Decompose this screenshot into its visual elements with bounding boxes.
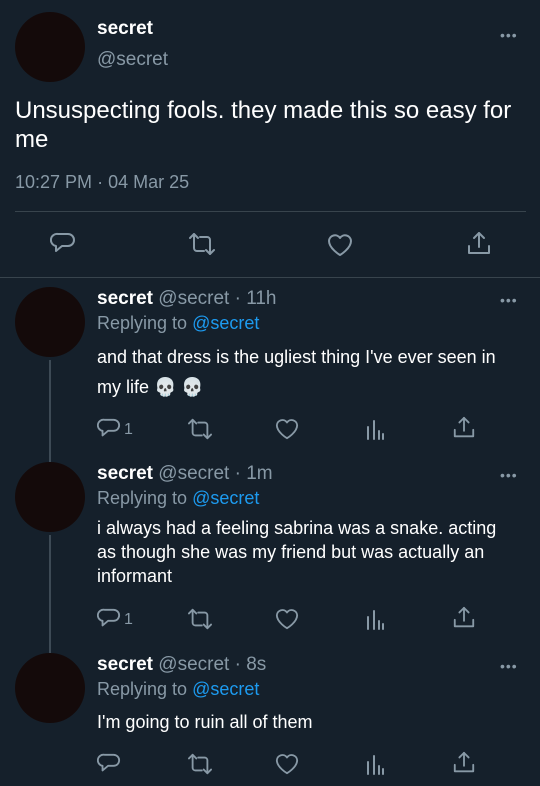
reply-icon[interactable]	[97, 752, 121, 776]
tweet-time: 10:27 PM	[15, 172, 93, 192]
analytics-icon[interactable]	[364, 417, 386, 441]
share-icon[interactable]	[452, 605, 476, 631]
reply-text: I'm going to ruin all of them	[97, 712, 313, 732]
reply-count: 1	[124, 421, 133, 438]
handle[interactable]: @secret	[97, 49, 168, 71]
display-name[interactable]: secret	[97, 463, 153, 484]
more-options-icon[interactable]: •••	[500, 293, 518, 307]
reply-header: secret @secret · 1m	[97, 463, 273, 485]
retweet-icon[interactable]	[186, 607, 214, 631]
retweet-icon[interactable]	[186, 752, 214, 776]
retweet-icon[interactable]	[187, 231, 217, 257]
divider	[15, 211, 526, 212]
handle-and-time[interactable]: @secret · 8s	[158, 654, 266, 675]
reply-count: 1	[124, 611, 133, 628]
more-options-icon[interactable]: •••	[500, 659, 518, 673]
avatar[interactable]	[15, 12, 85, 82]
heart-icon[interactable]	[274, 607, 300, 631]
heart-icon[interactable]	[326, 232, 354, 258]
share-icon[interactable]	[452, 415, 476, 441]
avatar[interactable]	[15, 287, 85, 357]
replying-to-label: Replying to	[97, 488, 188, 508]
avatar[interactable]	[15, 653, 85, 723]
more-options-icon[interactable]: •••	[500, 28, 518, 42]
reply-icon[interactable]	[97, 417, 121, 441]
thread-line	[49, 535, 51, 653]
replying-to-handle[interactable]: @secret	[192, 488, 259, 508]
reply-header: secret @secret · 8s	[97, 654, 266, 676]
heart-icon[interactable]	[274, 752, 300, 776]
reply-text: i always had a feeling sabrina was a sna…	[97, 518, 497, 586]
replying-to-label: Replying to	[97, 313, 188, 333]
divider	[0, 277, 540, 278]
more-options-icon[interactable]: •••	[500, 468, 518, 482]
share-icon[interactable]	[466, 230, 492, 258]
thread-line	[49, 360, 51, 462]
display-name[interactable]: secret	[97, 18, 153, 40]
tweet-text: Unsuspecting fools. they made this so ea…	[15, 97, 512, 153]
retweet-icon[interactable]	[186, 417, 214, 441]
replying-to: Replying to @secret	[97, 313, 259, 334]
share-icon[interactable]	[452, 750, 476, 776]
tweet-date: 04 Mar 25	[108, 172, 190, 192]
avatar[interactable]	[15, 462, 85, 532]
tweet-timestamp: 10:27 PM · 04 Mar 25	[15, 172, 189, 193]
reply-text: and that dress is the ugliest thing I've…	[97, 347, 496, 397]
analytics-icon[interactable]	[364, 607, 386, 631]
analytics-icon[interactable]	[364, 752, 386, 776]
display-name[interactable]: secret	[97, 654, 153, 675]
replying-to: Replying to @secret	[97, 488, 259, 509]
handle-and-time[interactable]: @secret · 11h	[158, 288, 276, 309]
replying-to-handle[interactable]: @secret	[192, 679, 259, 699]
timestamp-separator: ·	[97, 172, 104, 192]
replying-to-handle[interactable]: @secret	[192, 313, 259, 333]
handle-and-time[interactable]: @secret · 1m	[158, 463, 272, 484]
replying-to-label: Replying to	[97, 679, 188, 699]
reply-icon[interactable]	[97, 607, 121, 631]
reply-header: secret @secret · 11h	[97, 288, 276, 310]
replying-to: Replying to @secret	[97, 679, 259, 700]
display-name[interactable]: secret	[97, 288, 153, 309]
reply-icon[interactable]	[50, 231, 76, 257]
heart-icon[interactable]	[274, 417, 300, 441]
